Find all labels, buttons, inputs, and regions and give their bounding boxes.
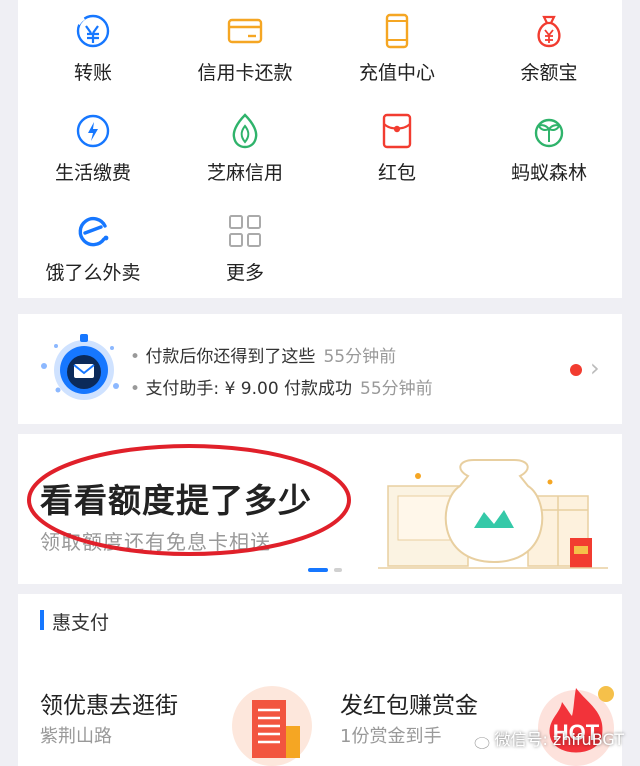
notice-line-2: • 支付助手: ¥ 9.00 付款成功 55分钟前 [130,379,433,399]
watermark-text: 微信号: zhifuBGT [494,730,624,749]
money-bag-illustration [378,459,608,569]
grid-item-label: 转账 [73,62,112,84]
grid-item-label: 红包 [377,162,416,184]
grid-item-recharge[interactable]: 充值中心 [322,0,472,92]
section-title: 惠支付 [52,612,110,634]
carousel-indicator [334,568,342,572]
grid-item-ant-forest[interactable]: 蚂蚁森林 [474,100,624,192]
red-circle-annotation [27,444,351,556]
notice-text-1: 付款后你还得到了这些 [145,347,316,367]
grid-item-label: 充值中心 [358,62,435,84]
chevron-right-icon[interactable]: › [590,354,600,382]
function-grid: 转账 信用卡还款 充值中心 余额宝 生活缴费 芝麻信用 红包 蚂蚁森林 饿了么外… [18,0,622,298]
grid-item-yuebao[interactable]: 余额宝 [474,0,624,92]
grid-item-credit-card[interactable]: 信用卡还款 [170,0,320,92]
notice-time-1: 55分钟前 [323,347,397,367]
money-bag-icon [537,15,561,48]
hot-flame-icon: HOT [538,686,614,766]
grid-item-eleme[interactable]: 饿了么外卖 [18,200,168,292]
grid-item-label: 饿了么外卖 [45,262,141,284]
sesame-credit-icon [232,113,258,149]
wechat-watermark: 微信号: zhifuBGT [468,726,624,750]
notice-time-2: 55分钟前 [360,379,433,399]
grid-item-label: 生活缴费 [54,162,131,184]
phone-recharge-icon [385,13,409,49]
notice-line-1: • 付款后你还得到了这些 55分钟前 [130,347,397,367]
grid-item-sesame[interactable]: 芝麻信用 [170,100,320,192]
promo-title-2: 发红包赚赏金 [340,693,478,719]
section-accent-bar [40,610,44,630]
credit-banner[interactable]: 看看额度提了多少 领取额度还有免息卡相送 [18,434,622,584]
assistant-robot-icon [41,334,119,400]
promo-sub-1: 紫荆山路 [40,726,112,747]
carousel-indicator-active [308,568,328,572]
app-frame: 转账 信用卡还款 充值中心 余额宝 生活缴费 芝麻信用 红包 蚂蚁森林 饿了么外… [18,0,622,766]
red-envelope-icon [382,113,412,149]
notice-text-2: 支付助手: ¥ 9.00 付款成功 [145,379,353,399]
more-grid-icon [229,215,261,247]
grid-item-label: 蚂蚁森林 [510,162,587,184]
transfer-icon [76,14,110,48]
unread-dot [570,364,582,376]
grid-item-red-envelope[interactable]: 红包 [322,100,472,192]
grid-item-label: 更多 [225,262,264,284]
payment-notice-card[interactable]: • 付款后你还得到了这些 55分钟前 • 支付助手: ¥ 9.00 付款成功 55分… [18,314,622,424]
sprout-icon [534,118,564,148]
grid-item-label: 芝麻信用 [206,162,283,184]
water-drop-icon [76,114,110,148]
grid-item-utilities[interactable]: 生活缴费 [18,100,168,192]
grid-item-label: 余额宝 [520,62,578,84]
grid-item-transfer[interactable]: 转账 [18,0,168,92]
building-icon [232,686,312,766]
eleme-icon [78,216,109,247]
promo-sub-2: 1份赏金到手 [340,726,442,747]
promo-title-1: 领优惠去逛街 [40,693,178,719]
credit-card-icon [227,18,263,44]
wechat-icon [469,733,490,749]
grid-item-more[interactable]: 更多 [170,200,320,292]
grid-item-label: 信用卡还款 [197,62,293,84]
